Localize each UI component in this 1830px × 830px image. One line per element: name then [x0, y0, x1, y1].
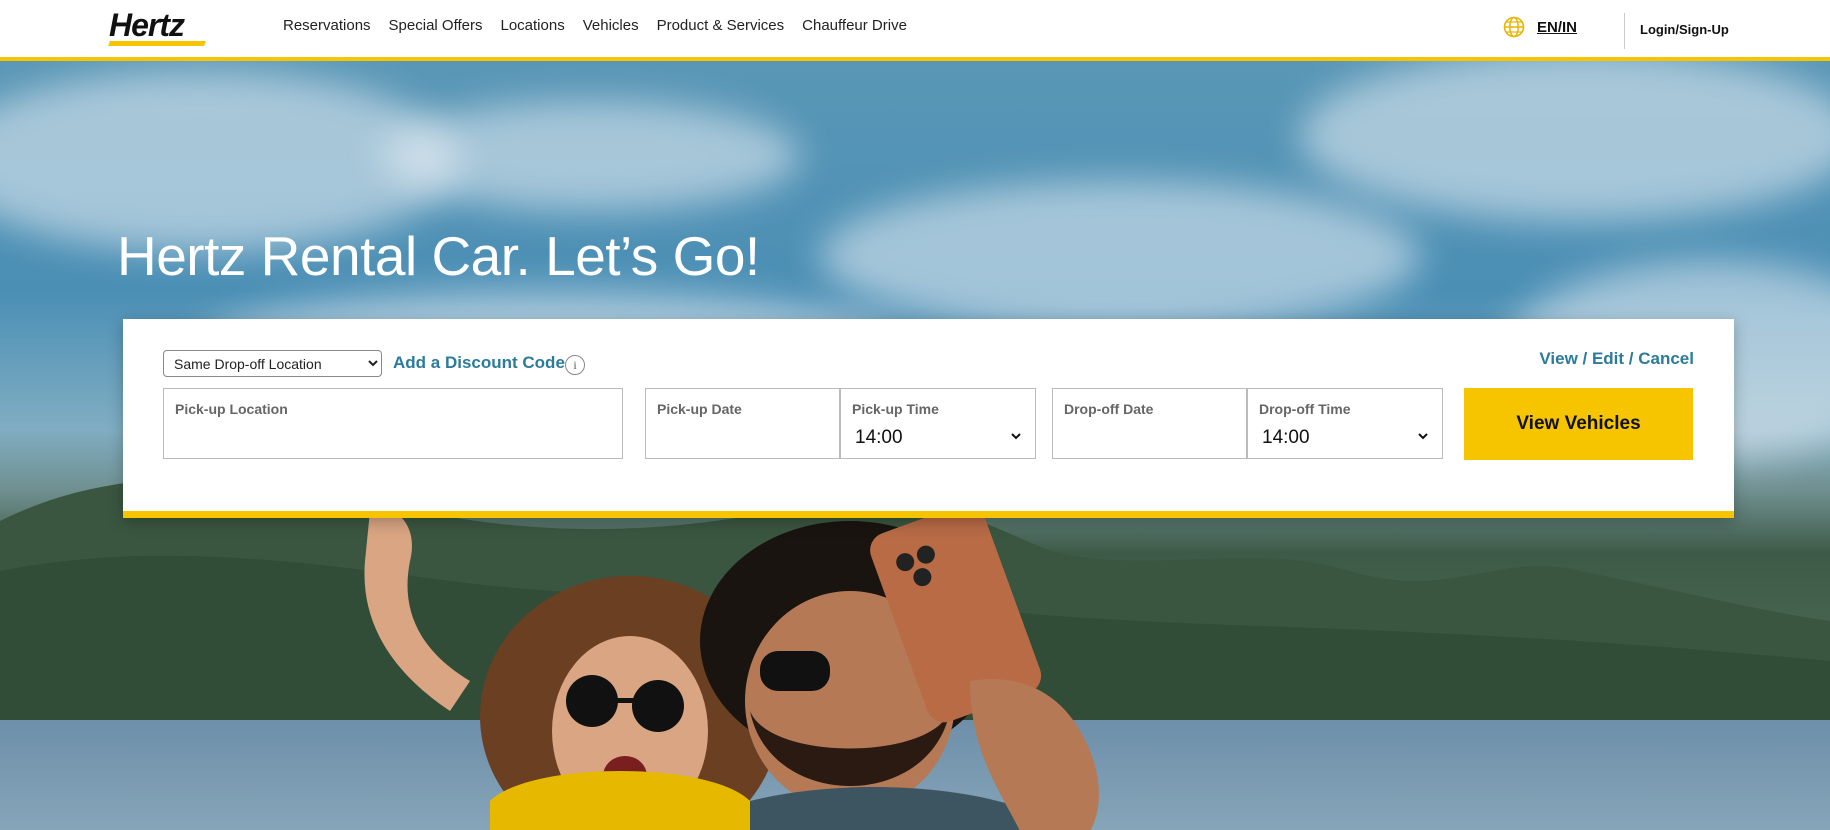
chevron-down-icon [1418, 433, 1428, 440]
pickup-date-field[interactable]: Pick-up Date [645, 388, 840, 459]
nav-special-offers[interactable]: Special Offers [389, 17, 483, 34]
hero-title: Hertz Rental Car. Let’s Go! [117, 225, 760, 287]
dropoff-time-select[interactable]: Drop-off Time 14:00 [1247, 388, 1443, 459]
pickup-location-field[interactable]: Pick-up Location [163, 388, 623, 459]
nav-chauffeur-drive[interactable]: Chauffeur Drive [802, 17, 907, 34]
dropoff-date-label: Drop-off Date [1064, 401, 1154, 417]
language-label[interactable]: EN/IN [1537, 19, 1577, 36]
cloud [380, 101, 800, 211]
pickup-time-label: Pick-up Time [852, 401, 939, 417]
view-edit-cancel-link[interactable]: View / Edit / Cancel [1539, 349, 1694, 369]
nav-product-services[interactable]: Product & Services [657, 17, 785, 34]
pickup-time-value: 14:00 [855, 427, 903, 448]
dropoff-location-select[interactable]: Same Drop-off Location [163, 350, 382, 377]
chevron-down-icon [1011, 433, 1021, 440]
dropoff-time-label: Drop-off Time [1259, 401, 1351, 417]
booking-widget: Same Drop-off Location Add a Discount Co… [123, 319, 1734, 518]
language-selector[interactable]: EN/IN [1503, 16, 1577, 38]
pickup-date-label: Pick-up Date [657, 401, 742, 417]
logo-underline [108, 41, 206, 46]
dropoff-date-field[interactable]: Drop-off Date [1052, 388, 1247, 459]
couple-selfie-photo [364, 503, 1099, 830]
add-discount-code-link[interactable]: Add a Discount Code [393, 353, 565, 373]
cloud [820, 181, 1420, 331]
cloud [1300, 61, 1830, 221]
nav-locations[interactable]: Locations [500, 17, 564, 34]
hero-banner: Hertz Rental Car. Let’s Go! Same Drop-of… [0, 61, 1830, 830]
login-signup-link[interactable]: Login/Sign-Up [1640, 22, 1729, 37]
nav-reservations[interactable]: Reservations [283, 17, 371, 34]
dropoff-time-value: 14:00 [1262, 427, 1310, 448]
header-divider [1624, 13, 1625, 49]
pickup-location-label: Pick-up Location [175, 401, 288, 417]
site-header: Hertz Reservations Special Offers Locati… [0, 0, 1830, 61]
nav-vehicles[interactable]: Vehicles [583, 17, 639, 34]
globe-icon [1503, 16, 1525, 38]
view-vehicles-button[interactable]: View Vehicles [1464, 388, 1693, 460]
logo-text: Hertz [109, 7, 185, 43]
hertz-logo[interactable]: Hertz [108, 7, 206, 46]
pickup-time-select[interactable]: Pick-up Time 14:00 [840, 388, 1036, 459]
info-icon[interactable]: i [565, 355, 585, 375]
main-nav: Reservations Special Offers Locations Ve… [283, 17, 907, 34]
